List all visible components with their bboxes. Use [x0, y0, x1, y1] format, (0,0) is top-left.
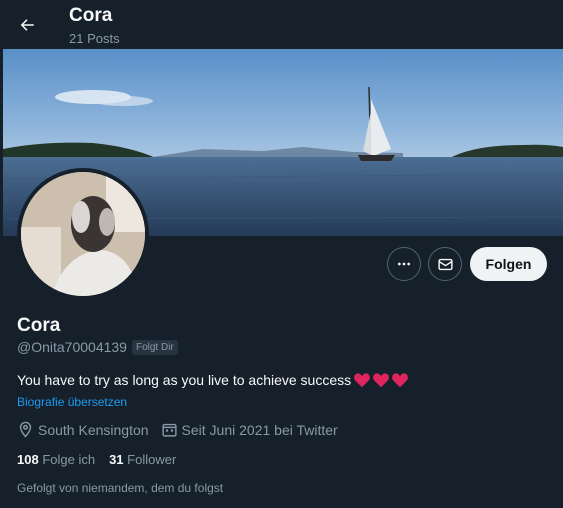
calendar-icon: [161, 423, 177, 437]
follow-button[interactable]: Folgen: [470, 247, 547, 281]
more-button[interactable]: [387, 247, 421, 281]
handle-row: @Onita70004139 Folgt Dir: [17, 339, 178, 355]
joined-date: Seit Juni 2021 bei Twitter: [161, 421, 338, 438]
bio: You have to try as long as you live to a…: [17, 372, 409, 388]
avatar[interactable]: [17, 168, 149, 300]
avatar-image: [21, 172, 145, 296]
header-posts-count: 21 Posts: [69, 31, 120, 46]
following-link[interactable]: 108 Folge ich: [17, 452, 95, 467]
joined-text: Seit Juni 2021 bei Twitter: [181, 421, 338, 438]
heart-icon: [373, 373, 390, 388]
follows-you-badge: Folgt Dir: [131, 339, 178, 355]
message-button[interactable]: [428, 247, 462, 281]
top-bar: Cora 21 Posts: [0, 0, 563, 50]
followers-count: 31: [109, 452, 124, 467]
arrow-left-icon: [20, 19, 34, 31]
following-label: Folge ich: [42, 452, 96, 467]
profile-meta: South Kensington Seit Juni 2021 bei Twit…: [17, 421, 350, 438]
followers-link[interactable]: 31 Follower: [109, 452, 176, 467]
bio-text: You have to try as long as you live to a…: [17, 372, 352, 388]
following-count: 108: [17, 452, 39, 467]
location-pin-icon: [19, 421, 32, 438]
handle: @Onita70004139: [17, 339, 127, 355]
translate-bio-link[interactable]: Biografie übersetzen: [17, 395, 127, 409]
heart-icon: [392, 373, 409, 388]
display-name: Cora: [17, 315, 61, 336]
location: South Kensington: [17, 421, 149, 438]
heart-icon: [354, 373, 371, 388]
follow-stats: 108 Folge ich 31 Follower: [17, 452, 190, 467]
bio-emojis: [353, 372, 409, 388]
followed-by-text[interactable]: Gefolgt von niemandem, dem du folgst: [17, 481, 223, 495]
header-name: Cora: [69, 5, 113, 26]
back-button[interactable]: [10, 8, 44, 42]
location-text: South Kensington: [38, 421, 149, 438]
mail-icon: [437, 258, 453, 270]
more-icon: [398, 262, 410, 266]
followers-label: Follower: [127, 452, 177, 467]
